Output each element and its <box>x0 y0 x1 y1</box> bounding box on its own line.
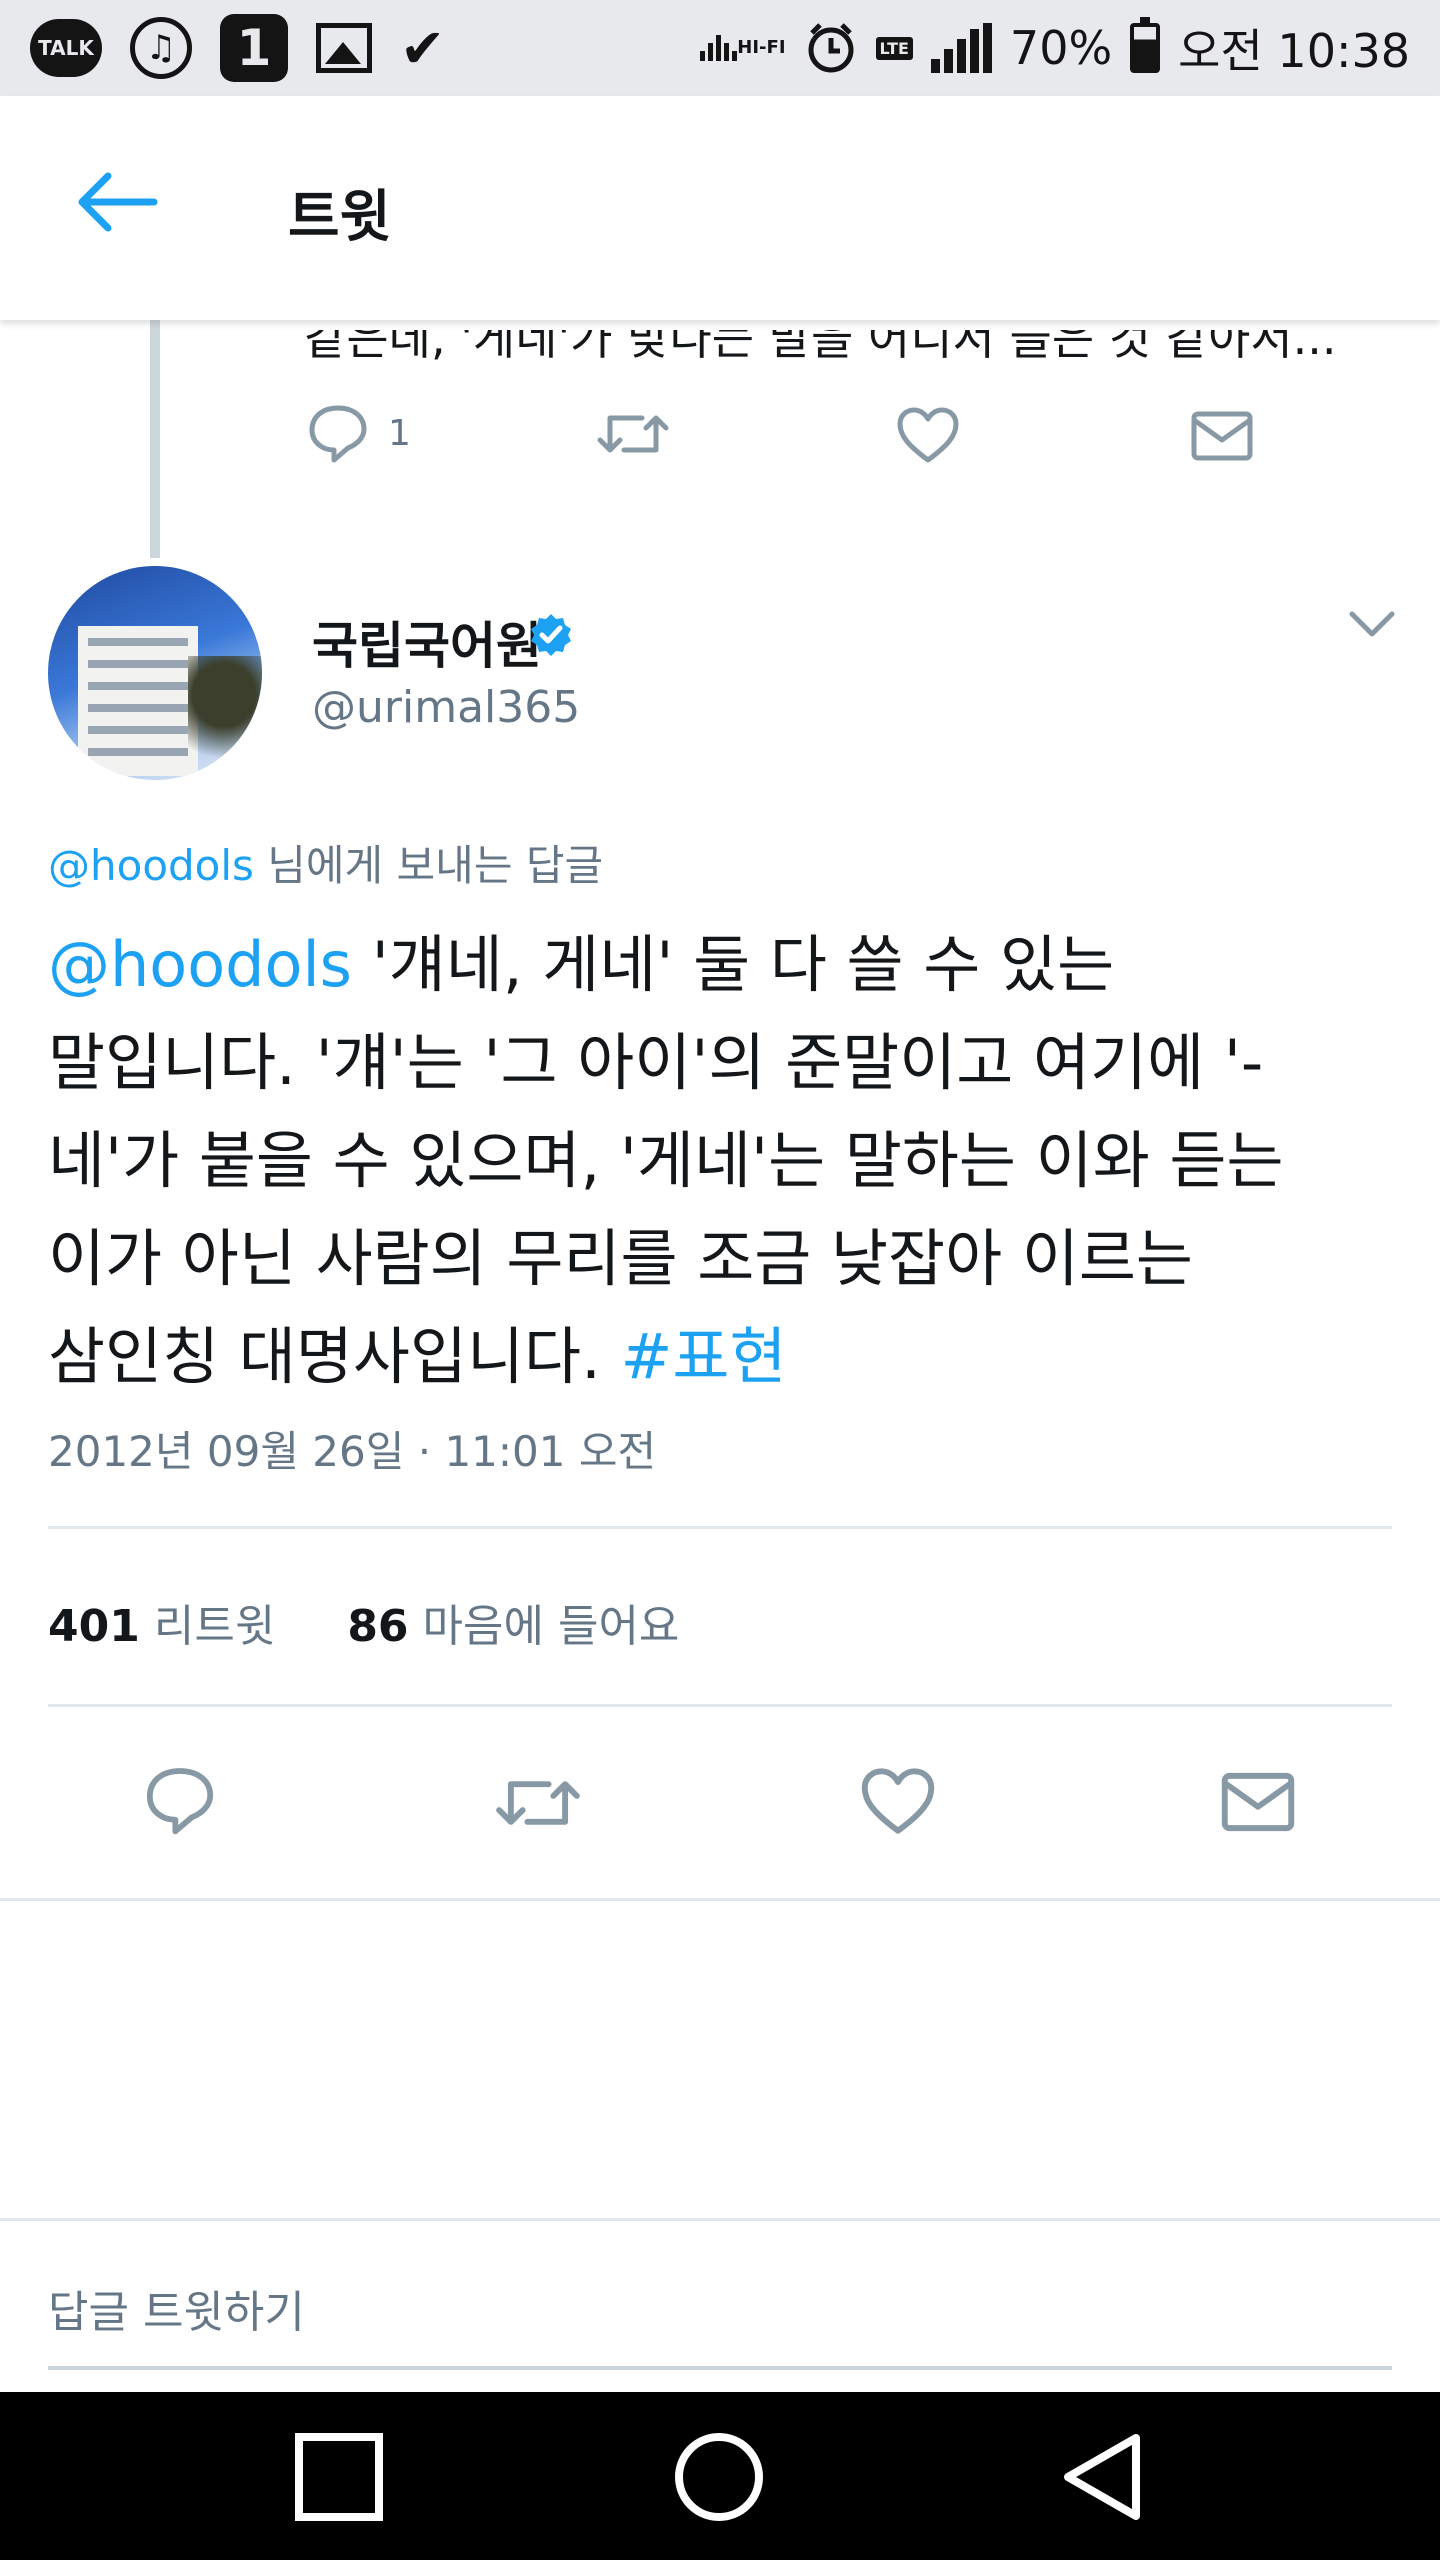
reply-context: @hoodols 님에게 보내는 답글 <box>48 832 603 893</box>
tweet-text: @hoodols '걔네, 게네' 둘 다 쓸 수 있는 말입니다. '걔'는 … <box>48 916 1408 1406</box>
retweet-count: 401 <box>48 1601 140 1652</box>
hifi-icon: HI-FI <box>700 35 786 61</box>
divider <box>48 1526 1392 1529</box>
body-line: 말입니다. '걔'는 '그 아이'의 준말이고 여기에 '- <box>48 1026 1264 1099</box>
retweet-action[interactable] <box>596 406 670 462</box>
thread-line <box>150 320 160 558</box>
status-bar: TALK ♫ 1 ✔ HI-FI LTE 70% 오전 10:38 <box>0 0 1440 96</box>
talk-icon: TALK <box>30 19 102 77</box>
hifi-label: HI-FI <box>737 37 786 58</box>
retweet-stat[interactable]: 401 리트윗 <box>48 1601 275 1652</box>
message-button[interactable] <box>1220 1770 1296 1834</box>
reply-action[interactable]: 1 <box>306 402 411 464</box>
heart-icon <box>897 407 959 463</box>
mail-icon <box>1191 411 1253 461</box>
one-icon: 1 <box>220 14 288 82</box>
lte-icon: LTE <box>875 36 913 60</box>
recents-square-icon[interactable] <box>294 2432 384 2522</box>
like-count: 86 <box>347 1601 409 1652</box>
reply-count: 1 <box>388 412 411 454</box>
alarm-icon <box>804 21 858 75</box>
message-action[interactable] <box>1190 410 1254 462</box>
body-mention-link[interactable]: @hoodols <box>48 928 352 1001</box>
home-circle-icon[interactable] <box>674 2432 764 2522</box>
reply-to-suffix: 님에게 보내는 답글 <box>253 841 604 890</box>
image-icon <box>316 23 372 73</box>
reply-icon <box>146 1768 214 1835</box>
display-name[interactable]: 국립국어원 <box>312 606 542 678</box>
verified-badge-icon <box>531 614 571 656</box>
like-label: 마음에 들어요 <box>422 1601 680 1652</box>
mail-icon <box>1221 1772 1295 1832</box>
reply-input-underline <box>48 2366 1392 2370</box>
section-divider <box>0 2218 1440 2221</box>
heart-icon <box>861 1768 935 1834</box>
body-line: 네'가 붙을 수 있으며, '게네'는 말하는 이와 듣는 <box>48 1124 1284 1197</box>
back-arrow-icon[interactable] <box>74 172 158 232</box>
app-bar: 트윗 <box>0 96 1440 320</box>
like-stat[interactable]: 86 마음에 들어요 <box>347 1601 679 1652</box>
check-icon: ✔ <box>400 16 446 80</box>
tweet-timestamp: 2012년 09월 26일 · 11:01 오전 <box>48 1427 657 1476</box>
signal-icon <box>930 23 992 73</box>
page-title: 트윗 <box>288 185 392 250</box>
body-line: '걔네, 게네' 둘 다 쓸 수 있는 <box>351 928 1115 1001</box>
avatar[interactable] <box>48 566 262 780</box>
retweet-label: 리트윗 <box>153 1601 276 1652</box>
reply-button[interactable] <box>142 1764 218 1836</box>
music-icon: ♫ <box>130 17 192 79</box>
reply-input[interactable]: 답글 트윗하기 <box>48 2276 305 2340</box>
retweet-icon <box>597 415 669 453</box>
clock: 오전 10:38 <box>1178 24 1410 78</box>
like-action[interactable] <box>896 406 960 464</box>
system-nav-bar <box>0 2392 1440 2560</box>
body-line: 이가 아닌 사람의 무리를 조금 낮잡아 이르는 <box>48 1222 1193 1295</box>
body-line: 삼인칭 대명사입니다. <box>48 1320 621 1393</box>
reply-icon <box>309 405 367 463</box>
reply-to-mention[interactable]: @hoodols <box>48 841 254 890</box>
tweet-stats: 401 리트윗 86 마음에 들어요 <box>48 1590 679 1654</box>
back-triangle-icon[interactable] <box>1058 2432 1148 2522</box>
retweet-button[interactable] <box>494 1770 582 1836</box>
chevron-down-icon[interactable] <box>1346 606 1398 642</box>
user-handle[interactable]: @urimal365 <box>312 682 580 733</box>
divider <box>48 1704 1392 1707</box>
battery-icon <box>1130 17 1161 73</box>
battery-percent: 70% <box>1009 21 1113 75</box>
like-button[interactable] <box>860 1766 936 1836</box>
section-divider <box>0 1898 1440 1901</box>
retweet-icon <box>496 1781 580 1825</box>
hashtag-link[interactable]: #표현 <box>620 1320 786 1393</box>
